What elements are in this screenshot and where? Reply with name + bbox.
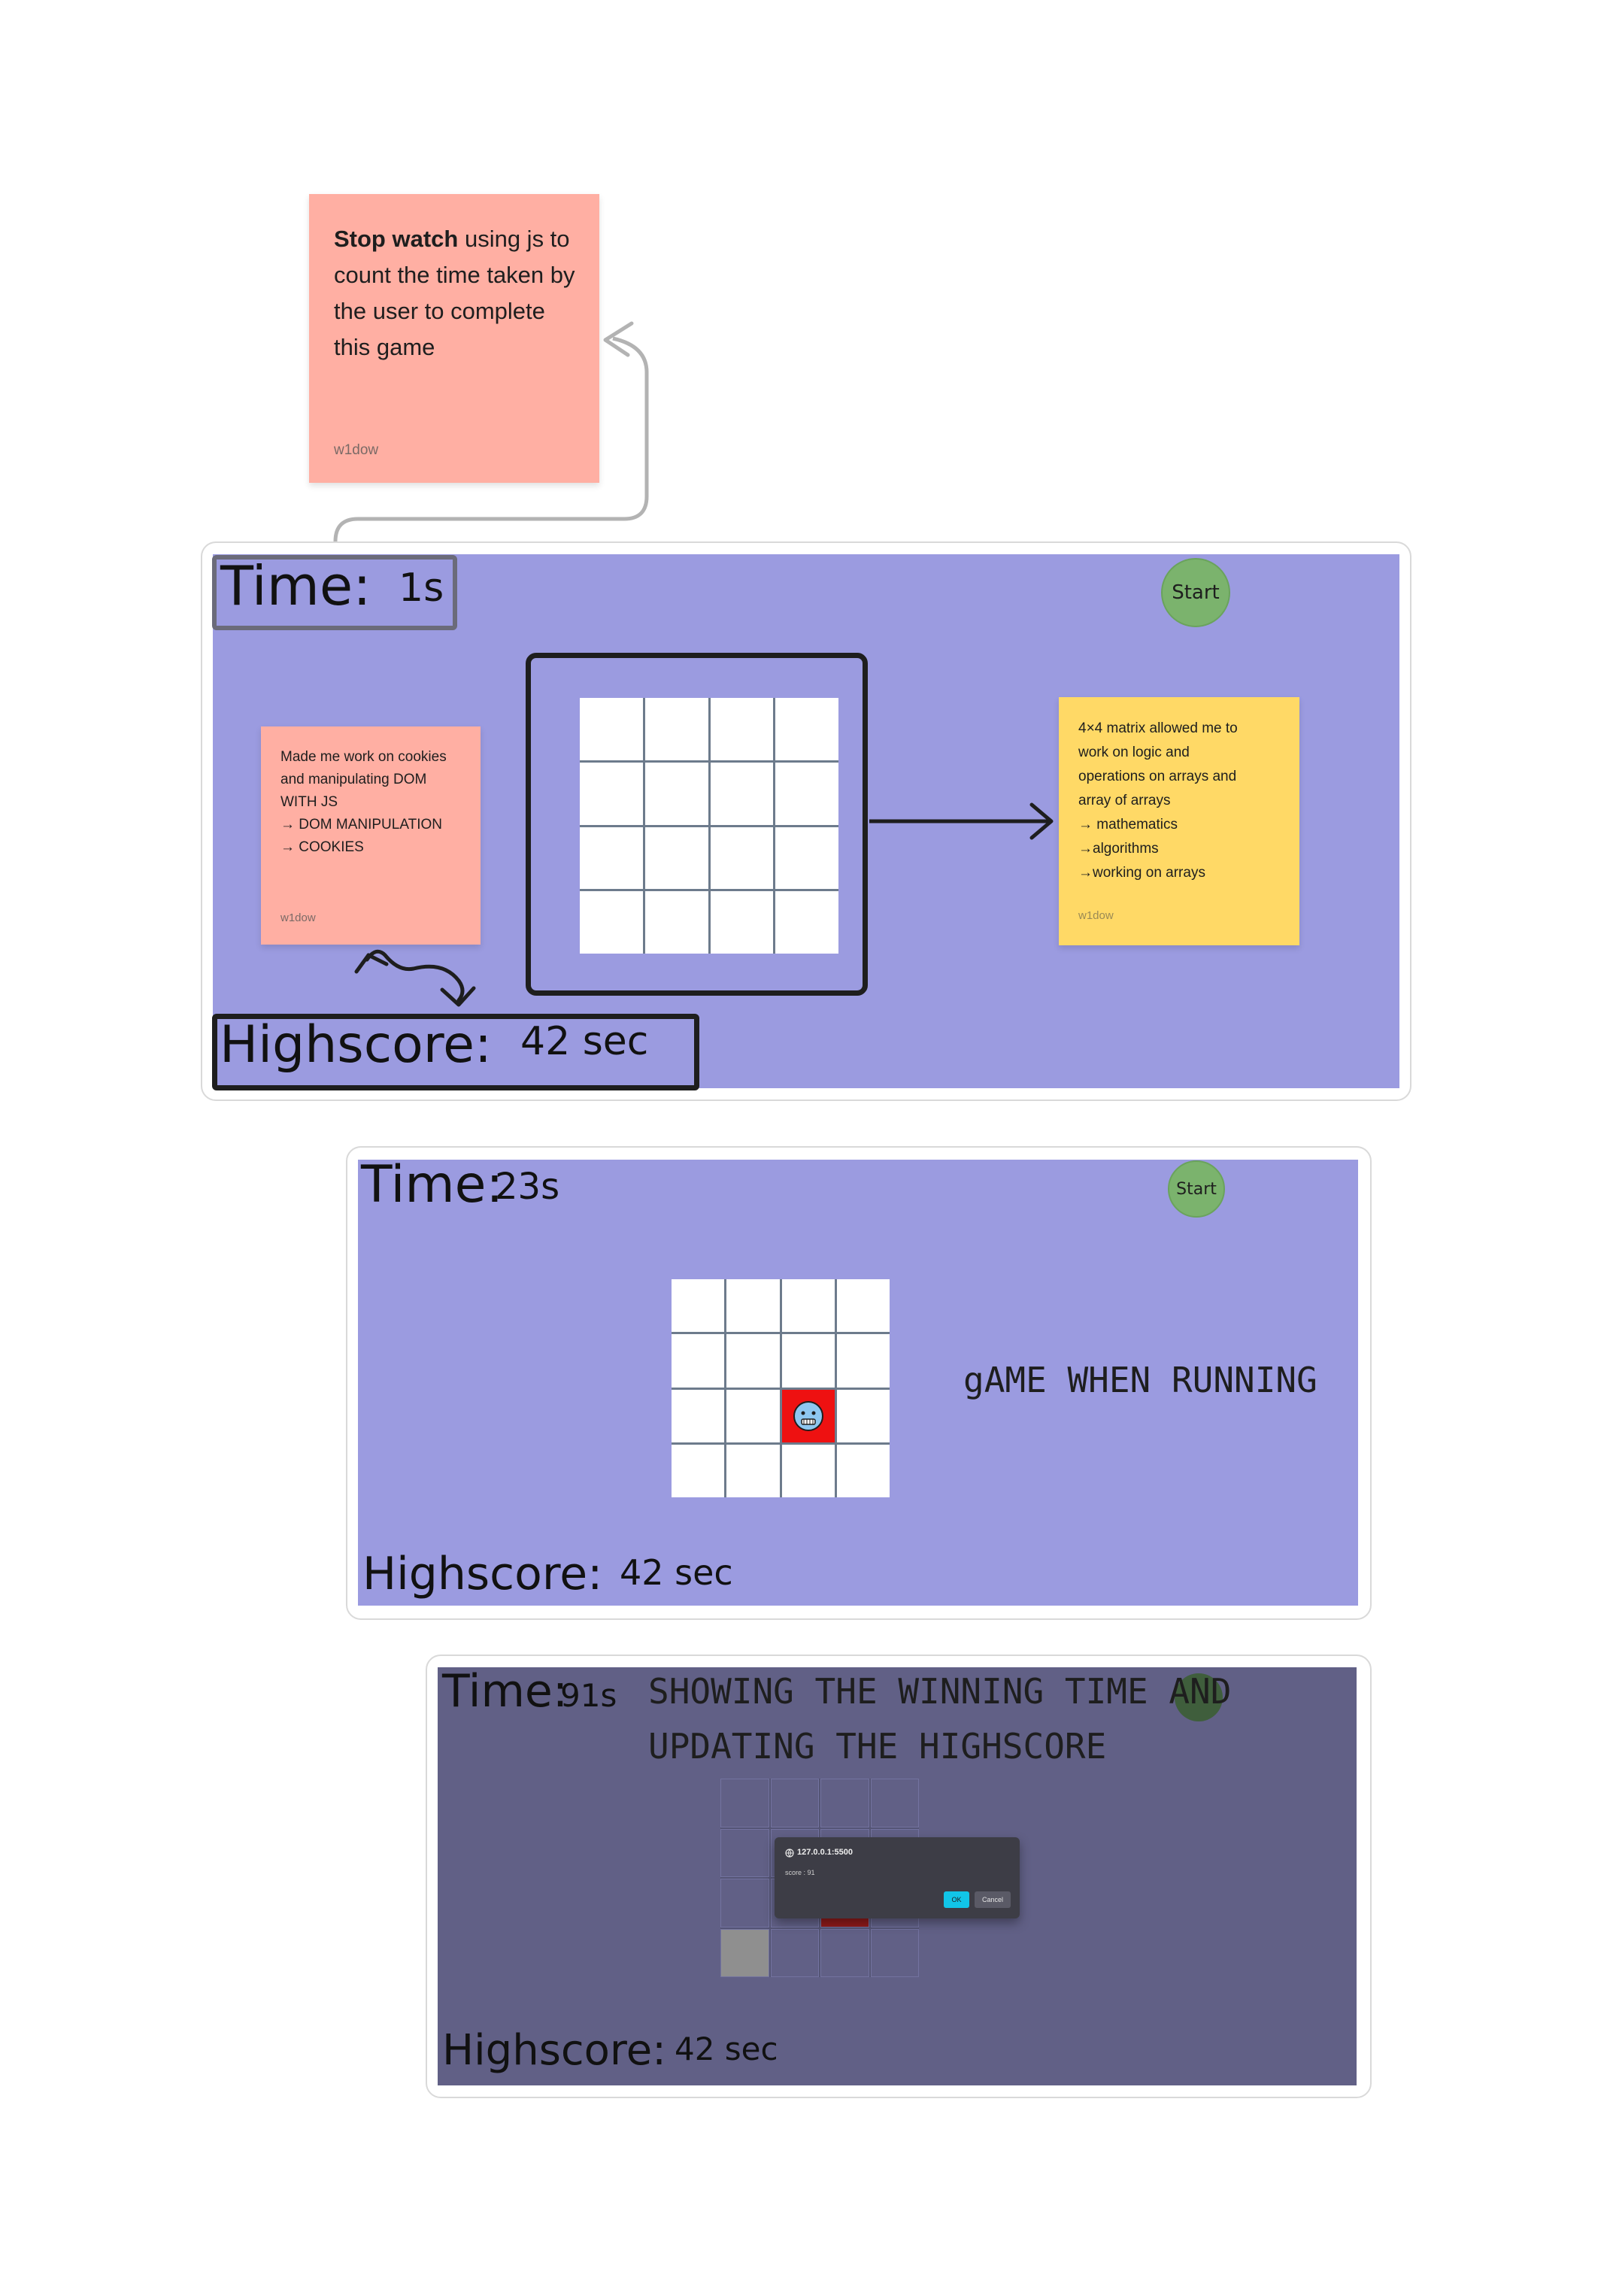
grid-cell[interactable] [710,826,774,890]
sticky-note-matrix[interactable]: 4×4 matrix allowed me to work on logic a… [1059,697,1299,945]
grid-cell[interactable] [726,1279,780,1333]
grid-cell[interactable] [672,1389,725,1442]
grid-cell-grey[interactable] [720,1928,769,1977]
arrow-right-icon [869,802,1054,840]
sticky-note-text: Made me work on cookies and manipulating… [280,749,447,855]
sticky-note-cookies[interactable]: Made me work on cookies and manipulating… [261,726,481,945]
ok-button[interactable]: OK [944,1891,969,1908]
grid-cell[interactable] [726,1444,780,1497]
grid-cell[interactable] [720,1879,769,1927]
grid-cell[interactable] [775,826,838,890]
grid-cell[interactable] [644,762,708,825]
grid-cell[interactable] [726,1334,780,1388]
highscore-label: Highscore: [362,1548,603,1600]
grid-cell[interactable] [710,891,774,954]
grid-cell[interactable] [820,1928,869,1977]
grid-cell[interactable] [870,1779,919,1827]
grid-cell[interactable] [836,1279,890,1333]
start-button[interactable]: Start [1168,1160,1225,1218]
grid-cell[interactable] [672,1334,725,1388]
time-label: Time: [361,1155,504,1215]
time-value: 23s [495,1166,560,1208]
grid-cell[interactable] [775,762,838,825]
highscore-value: 42 sec [675,2031,778,2067]
grid-cell[interactable] [644,891,708,954]
grid-cell[interactable] [770,1779,819,1827]
ok-button-label: OK [951,1896,962,1903]
grid-cell[interactable] [580,891,643,954]
game-grid [672,1279,890,1497]
grid-cell[interactable] [644,826,708,890]
highscore-value: 42 sec [520,1019,649,1064]
grid-cell[interactable] [580,698,643,760]
grid-cell[interactable] [781,1279,835,1333]
grid-cell[interactable] [580,762,643,825]
sticky-note-author: w1dow [1078,909,1114,922]
grid-cell[interactable] [836,1444,890,1497]
start-button-label: Start [1172,581,1220,604]
grid-cell-active[interactable] [781,1389,835,1442]
grid-cell[interactable] [775,698,838,760]
grid-cell[interactable] [836,1334,890,1388]
sticky-note-author: w1dow [280,911,316,924]
caption-winning-line1: SHOWING THE WINNING TIME AND [648,1671,1232,1712]
grid-cell[interactable] [644,698,708,760]
highscore-value: 42 sec [620,1552,733,1593]
grid-cell[interactable] [775,891,838,954]
time-value: 1s [399,566,444,611]
grid-cell[interactable] [710,762,774,825]
cancel-button[interactable]: Cancel [975,1891,1011,1908]
grid-cell[interactable] [580,826,643,890]
start-button-label: Start [1176,1179,1217,1199]
globe-icon [785,1849,794,1858]
caption-winning-line2: UPDATING THE HIGHSCORE [648,1726,1107,1767]
game-grid [580,698,838,954]
time-value: 91s [560,1677,617,1714]
cancel-button-label: Cancel [981,1896,1003,1903]
dialog-message: score : 91 [785,1869,815,1876]
grid-cell[interactable] [672,1279,725,1333]
time-label: Time: [442,1665,569,1718]
grid-cell[interactable] [710,698,774,760]
dialog-origin: 127.0.0.1:5500 [797,1848,854,1857]
squiggle-arrow-icon [354,949,476,1007]
grid-cell[interactable] [720,1828,769,1877]
grid-cell[interactable] [836,1389,890,1442]
grid-cell[interactable] [770,1928,819,1977]
grid-cell[interactable] [820,1779,869,1827]
grid-cell[interactable] [672,1444,725,1497]
grid-cell[interactable] [720,1779,769,1827]
start-button[interactable]: Start [1161,558,1230,627]
time-label: Time: [220,554,371,617]
grid-cell[interactable] [726,1389,780,1442]
highscore-label: Highscore: [442,2026,667,2075]
caption-running: gAME WHEN RUNNING [963,1360,1317,1400]
sticky-note-text: 4×4 matrix allowed me to work on logic a… [1078,720,1238,881]
grid-cell[interactable] [870,1928,919,1977]
highscore-label: Highscore: [220,1015,492,1075]
grid-cell[interactable] [781,1444,835,1497]
cold-face-icon [793,1400,823,1431]
grid-cell[interactable] [781,1334,835,1388]
alert-dialog: 127.0.0.1:5500 score : 91 OK Cancel [775,1837,1020,1918]
